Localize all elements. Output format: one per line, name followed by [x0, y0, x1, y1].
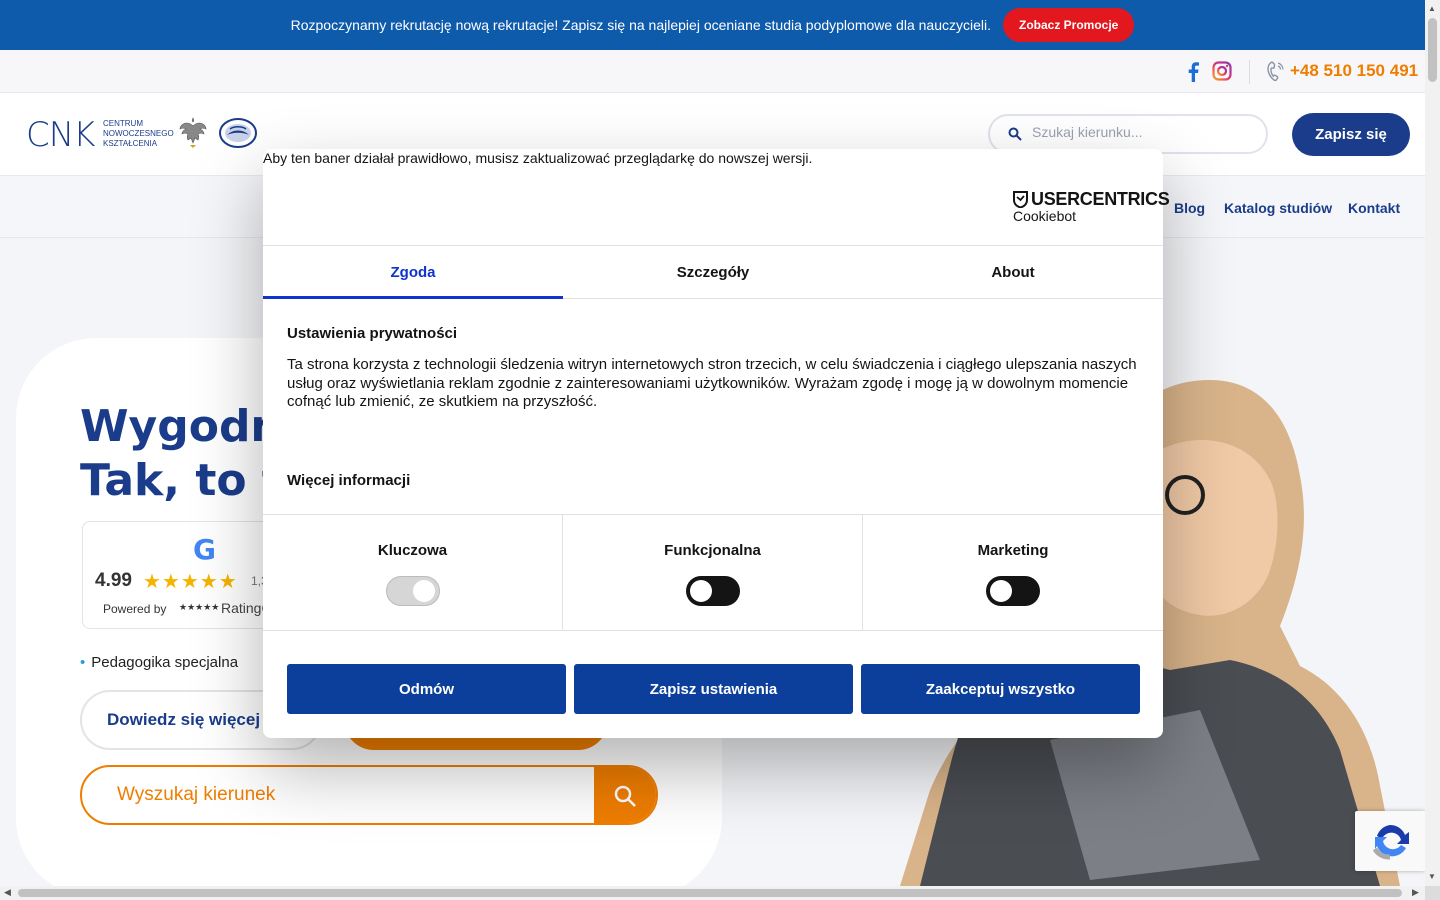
- phone-icon: [1267, 61, 1284, 82]
- promo-text: Rozpoczynamy rekrutację nową rekrutacje!…: [290, 17, 991, 33]
- toggle-knob: [413, 580, 435, 602]
- institution-emblem-icon: [219, 118, 257, 148]
- tab-about[interactable]: About: [863, 246, 1163, 298]
- browser-warning: Aby ten baner działał prawidłowo, musisz…: [263, 150, 813, 166]
- scroll-right-icon[interactable]: ▶: [1412, 887, 1419, 898]
- usercentrics-brand: USERCENTRICS Cookiebot: [1013, 189, 1170, 224]
- powered-stars: ★★★★★: [179, 602, 220, 612]
- cookie-consent-dialog: Aby ten baner działał prawidłowo, musisz…: [263, 149, 1170, 738]
- promo-bar: Rozpoczynamy rekrutację nową rekrutacje!…: [0, 0, 1425, 50]
- scroll-down-icon[interactable]: ▼: [1428, 872, 1436, 881]
- privacy-body: Ta strona korzysta z technologii śledzen…: [287, 356, 1137, 410]
- brand-name: USERCENTRICS: [1031, 189, 1170, 209]
- cookie-tabs: Zgoda Szczegóły About: [263, 245, 1163, 299]
- recaptcha-badge[interactable]: [1355, 811, 1425, 871]
- phone-number[interactable]: +48 510 150 491: [1290, 61, 1418, 81]
- utility-bar: +48 510 150 491: [0, 50, 1425, 93]
- horizontal-scroll-thumb[interactable]: [18, 889, 1402, 897]
- search-icon: [1008, 127, 1022, 141]
- feature-bullet-text: Pedagogika specjalna: [91, 654, 239, 671]
- eagle-emblem-icon: [179, 117, 207, 148]
- signup-button[interactable]: Zapisz się: [1292, 113, 1410, 156]
- more-info-link[interactable]: Więcej informacji: [287, 472, 410, 489]
- save-settings-button[interactable]: Zapisz ustawienia: [574, 664, 853, 714]
- nav-item-contact[interactable]: Kontakt: [1348, 200, 1400, 216]
- search-icon: [614, 785, 636, 807]
- horizontal-scrollbar[interactable]: ◀ ▶: [0, 886, 1425, 900]
- consent-category-necessary: Kluczowa: [263, 515, 563, 630]
- toggle-functional[interactable]: [686, 576, 740, 606]
- tab-consent[interactable]: Zgoda: [263, 246, 563, 299]
- nav-item-catalog[interactable]: Katalog studiów: [1224, 200, 1332, 216]
- privacy-title: Ustawienia prywatności: [287, 325, 458, 342]
- facebook-icon[interactable]: [1186, 62, 1200, 82]
- scroll-up-icon[interactable]: ▲: [1428, 4, 1436, 13]
- brand-sub: Cookiebot: [1013, 208, 1077, 224]
- rating-value: 4.99: [95, 570, 132, 591]
- vertical-scrollbar[interactable]: ▲ ▼: [1425, 0, 1440, 886]
- logo-subtitle: CENTRUM NOWOCZESNEGO KSZTAŁCENIA: [103, 119, 174, 148]
- toggle-marketing[interactable]: [986, 576, 1040, 606]
- hero-search[interactable]: Wyszukaj kierunek: [80, 765, 658, 825]
- hero-title-line1: Wygodn: [80, 401, 282, 452]
- hero-search-button[interactable]: [594, 767, 656, 823]
- bullet-dot-icon: •: [80, 654, 86, 671]
- recaptcha-icon: [1372, 824, 1409, 860]
- accept-all-button[interactable]: Zaakceptuj wszystko: [861, 664, 1140, 714]
- toggle-knob: [690, 580, 712, 602]
- scrollbar-corner: [1425, 886, 1440, 900]
- instagram-icon[interactable]: [1212, 61, 1232, 81]
- hero-search-input[interactable]: Wyszukaj kierunek: [117, 784, 275, 806]
- tab-details[interactable]: Szczegóły: [563, 246, 863, 298]
- nav-item-blog[interactable]: Blog: [1174, 200, 1205, 216]
- deny-button[interactable]: Odmów: [287, 664, 566, 714]
- rating-stars: ★★★★★: [143, 571, 238, 593]
- toggle-knob: [990, 580, 1012, 602]
- scroll-left-icon[interactable]: ◀: [4, 887, 11, 898]
- consent-label: Funkcjonalna: [664, 542, 761, 559]
- consent-category-marketing: Marketing: [863, 515, 1163, 630]
- consent-category-functional: Funkcjonalna: [563, 515, 863, 630]
- google-icon: G: [193, 533, 216, 566]
- powered-by-label: Powered by: [103, 602, 167, 616]
- header-search[interactable]: [988, 114, 1268, 154]
- header-search-input[interactable]: [1032, 124, 1252, 140]
- consent-label: Kluczowa: [377, 542, 448, 559]
- divider: [1249, 60, 1250, 84]
- shield-icon: [1013, 191, 1028, 208]
- logo[interactable]: CNK: [26, 115, 95, 155]
- cookie-actions: Odmów Zapisz ustawienia Zaakceptuj wszys…: [287, 664, 1140, 714]
- consent-categories: Kluczowa Funkcjonalna Marketing: [263, 514, 1163, 631]
- promo-button[interactable]: Zobacz Promocje: [1003, 8, 1135, 42]
- feature-bullet: • Pedagogika specjalna: [80, 654, 238, 671]
- vertical-scroll-thumb[interactable]: [1428, 18, 1437, 82]
- consent-label: Marketing: [977, 542, 1049, 559]
- toggle-necessary: [386, 576, 440, 606]
